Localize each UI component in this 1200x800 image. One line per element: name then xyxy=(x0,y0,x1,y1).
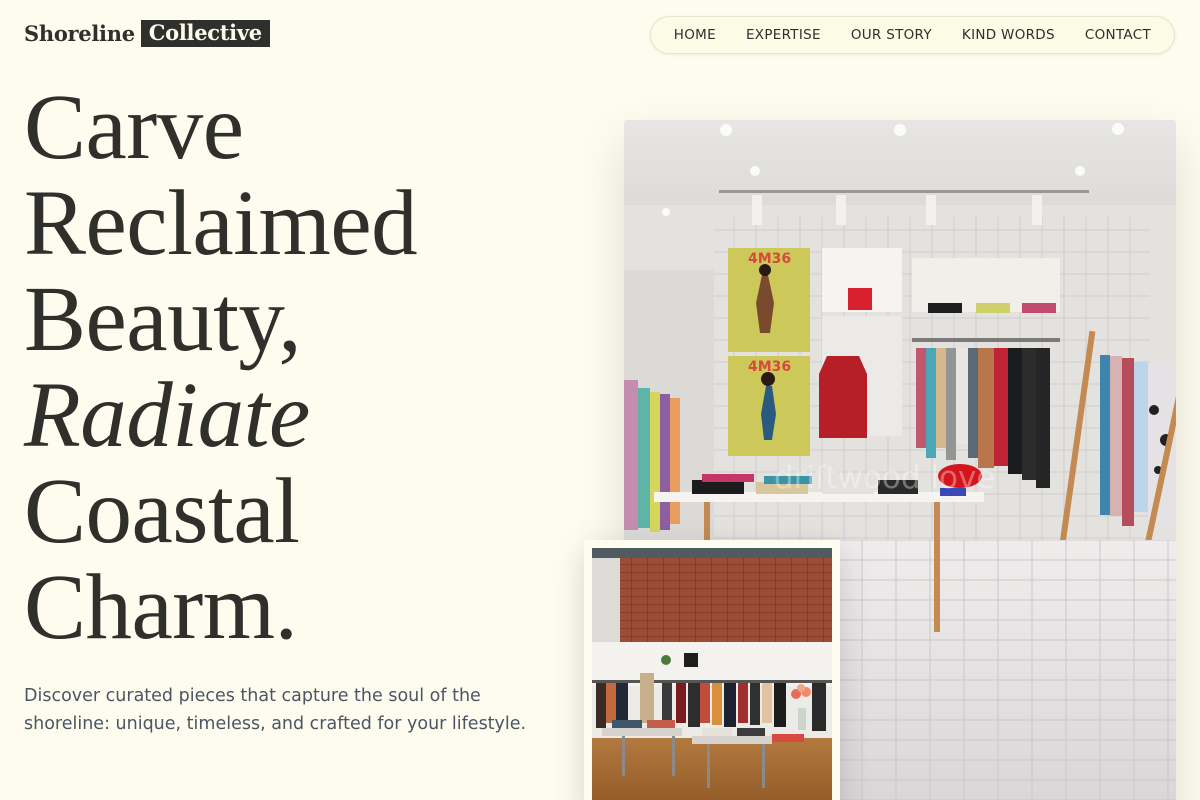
brand-name-part1: Shoreline xyxy=(24,21,135,46)
landing-page: Shoreline Collective HOME EXPERTISE OUR … xyxy=(0,0,1200,800)
store-thumbnail-photo xyxy=(592,548,832,800)
nav-link-our-story[interactable]: OUR STORY xyxy=(851,27,932,43)
headline-line: Beauty, xyxy=(24,268,302,371)
nav-link-contact[interactable]: CONTACT xyxy=(1085,27,1151,43)
brand-name-part2-highlight: Collective xyxy=(140,20,270,47)
headline-line: Carve xyxy=(24,76,244,179)
image-watermark: driftwood love xyxy=(774,460,995,496)
brand-logo[interactable]: Shoreline Collective xyxy=(24,20,270,47)
nav-link-kind-words[interactable]: KIND WORDS xyxy=(962,27,1055,43)
main-nav: HOME EXPERTISE OUR STORY KIND WORDS CONT… xyxy=(649,16,1175,54)
poster-label-1: 4M36 xyxy=(748,251,791,267)
headline-line: Coastal xyxy=(24,460,300,563)
nav-link-expertise[interactable]: EXPERTISE xyxy=(746,27,821,43)
thumbnail-photo-frame xyxy=(584,540,840,800)
headline-line-italic: Radiate xyxy=(24,364,310,467)
headline-line: Charm. xyxy=(24,556,298,659)
hero-subcopy: Discover curated pieces that capture the… xyxy=(24,686,527,734)
hero-headline: Carve Reclaimed Beauty, Radiate Coastal … xyxy=(24,76,418,659)
headline-line: Reclaimed xyxy=(24,172,418,275)
nav-link-home[interactable]: HOME xyxy=(674,27,716,43)
